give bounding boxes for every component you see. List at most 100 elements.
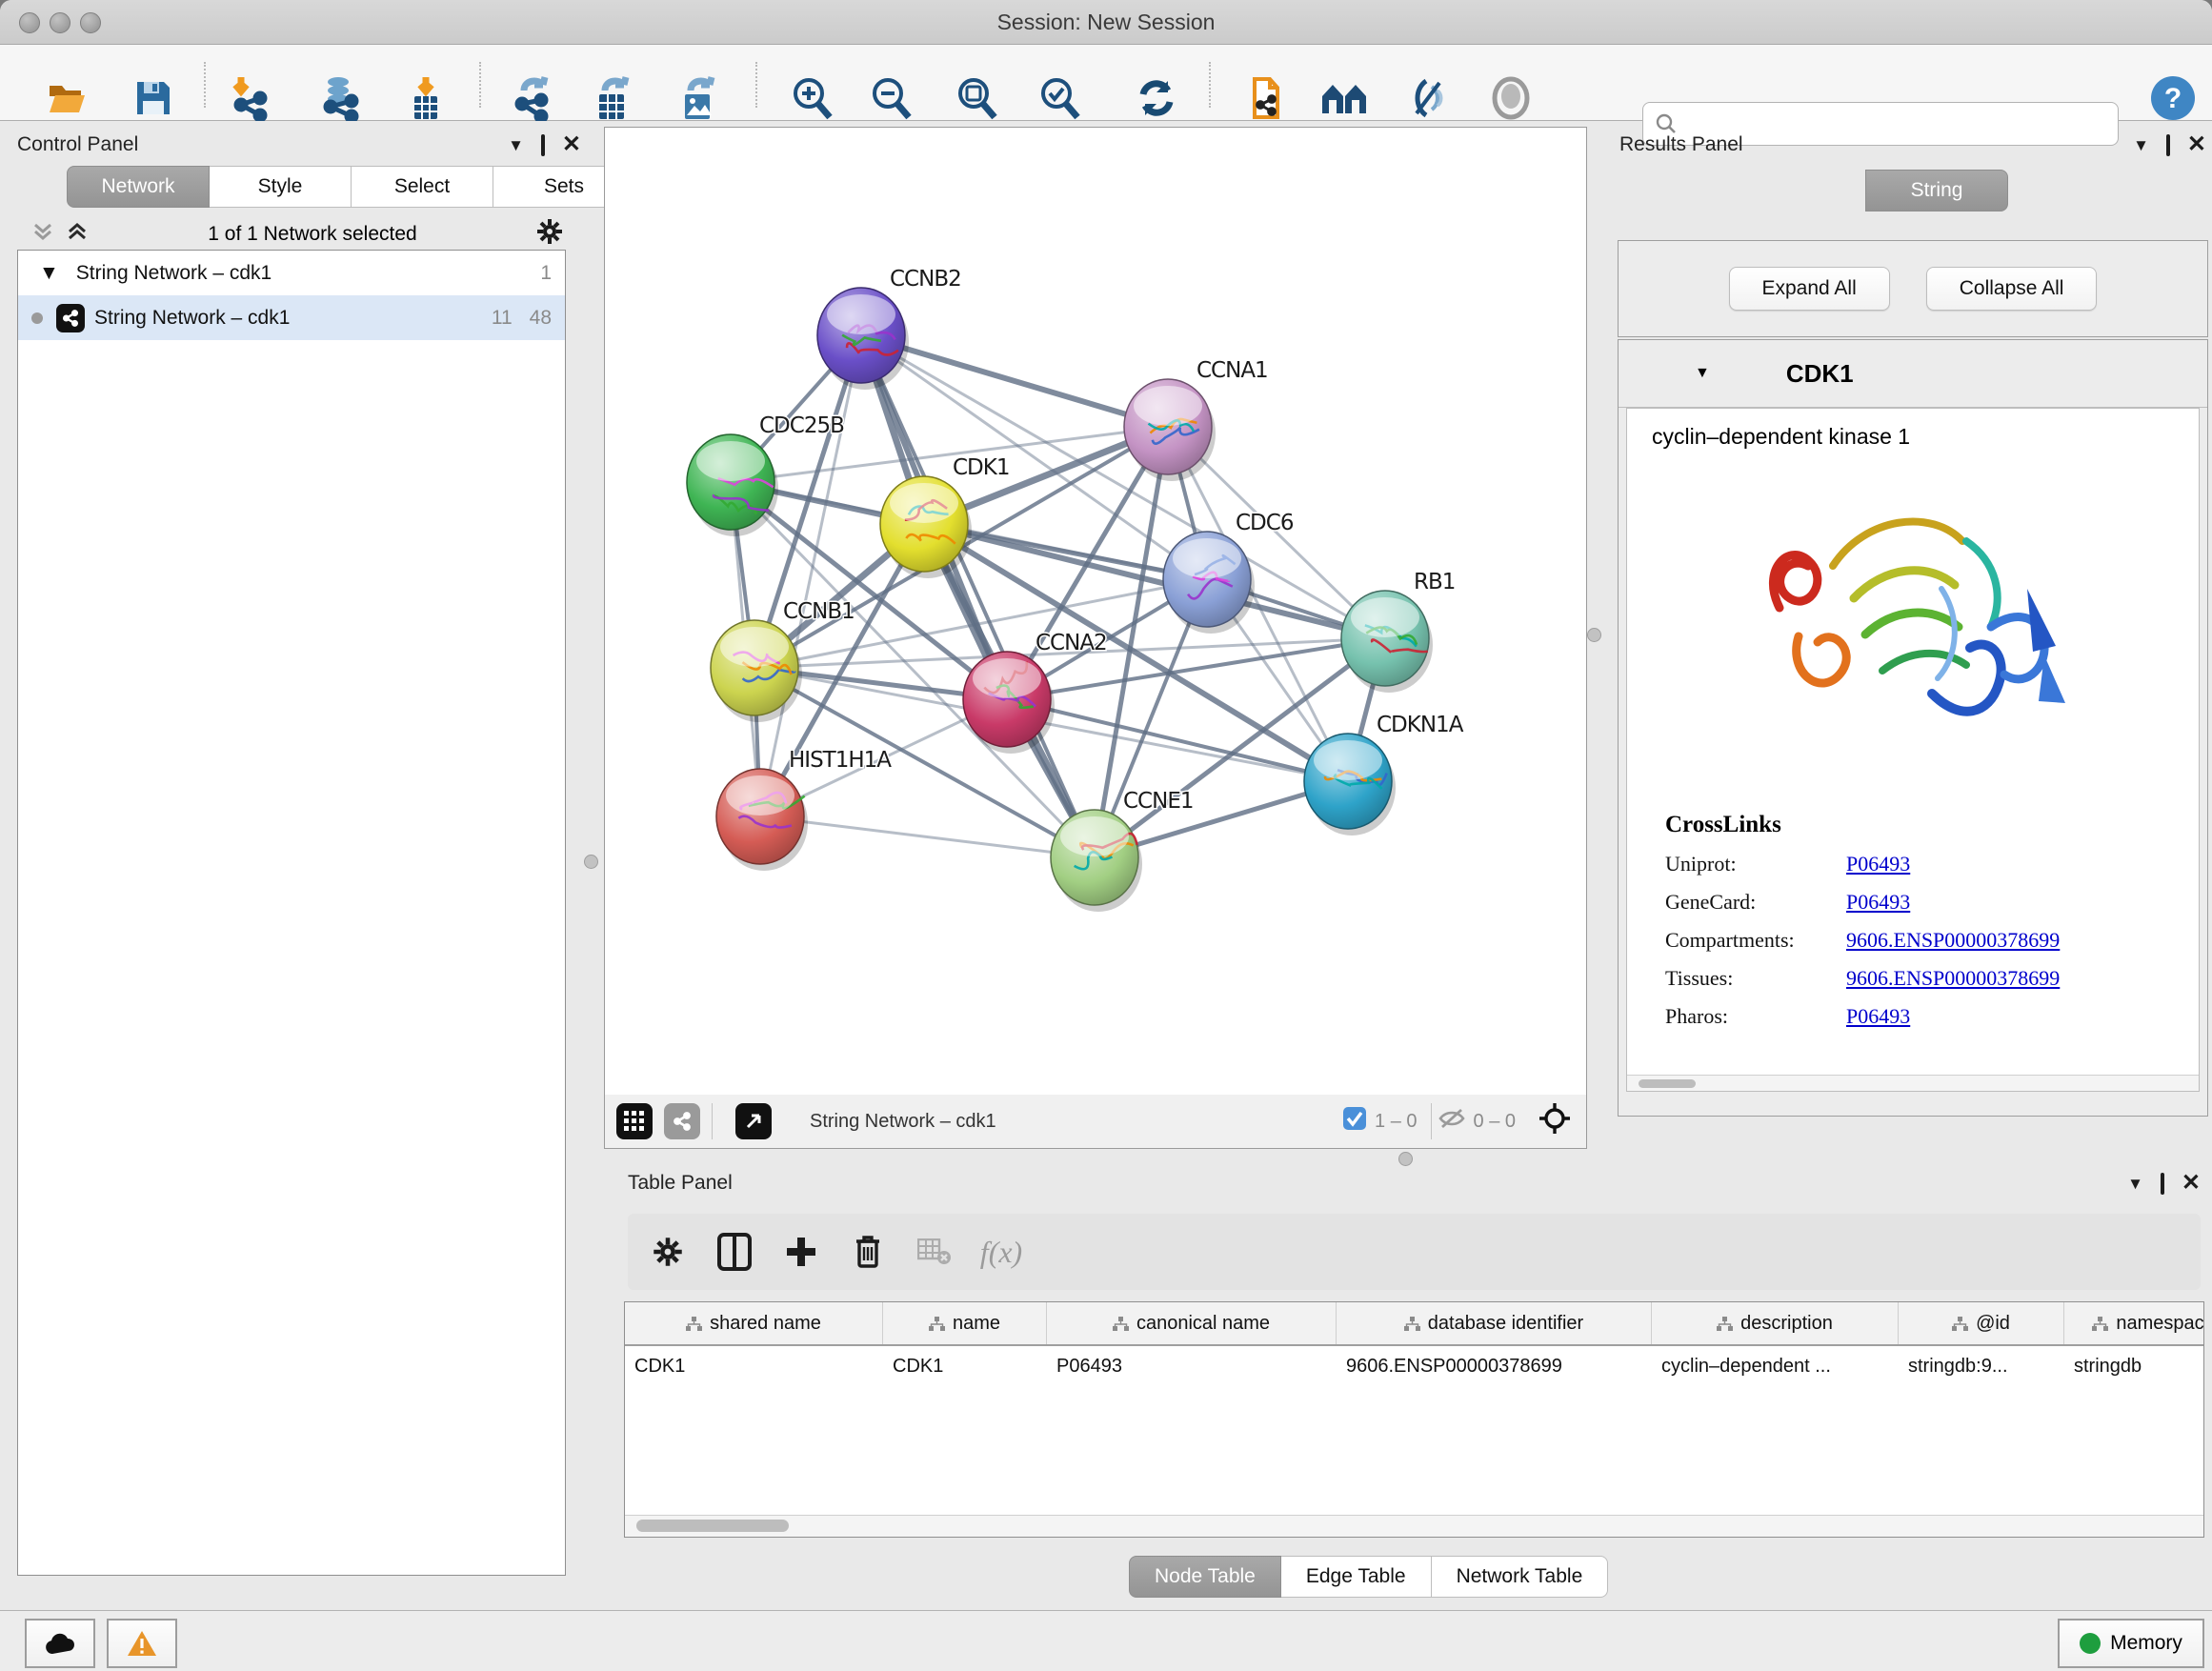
maximize-panel-icon[interactable] <box>2166 137 2170 153</box>
node-CDC6[interactable]: CDC6 <box>1163 511 1294 634</box>
tab-network[interactable]: Network <box>67 166 210 208</box>
zoom-fit-icon[interactable] <box>953 73 1002 123</box>
delete-table-icon[interactable] <box>908 1225 961 1278</box>
table-hscrollbar[interactable] <box>625 1515 2203 1537</box>
collapse-all-chevron-icon[interactable] <box>65 219 90 249</box>
table-row[interactable]: CDK1CDK1P064939606.ENSP00000378699cyclin… <box>625 1345 2204 1386</box>
edge-CCNB2-CCNE1[interactable] <box>861 335 1095 857</box>
maximize-panel-icon[interactable] <box>541 137 545 153</box>
column-header-database-identifier[interactable]: database identifier <box>1337 1302 1652 1345</box>
table-options-gear-icon[interactable] <box>641 1225 694 1278</box>
export-network-icon[interactable] <box>509 73 558 123</box>
edge-HIST1H1A-CCNE1[interactable] <box>760 816 1095 857</box>
crosslink-value[interactable]: 9606.ENSP00000378699 <box>1846 966 2060 991</box>
delete-column-icon[interactable] <box>841 1225 895 1278</box>
table-hscroll-thumb[interactable] <box>636 1520 789 1532</box>
network-options-gear-icon[interactable] <box>535 217 564 251</box>
export-table-icon[interactable] <box>588 73 637 123</box>
node-HIST1H1A[interactable]: HIST1H1A <box>716 748 892 871</box>
import-network-file-icon[interactable] <box>226 73 275 123</box>
cloud-status-button[interactable] <box>25 1619 95 1668</box>
column-header--id[interactable]: @id <box>1899 1302 2064 1345</box>
node-CDC25B[interactable]: CDC25B <box>687 413 844 536</box>
birdseye-view-icon[interactable] <box>616 1103 653 1139</box>
network-view-toolbar: String Network – cdk1 1 – 0 0 – 0 <box>604 1095 1587 1149</box>
right-splitter-handle[interactable] <box>1587 628 1601 642</box>
network-canvas[interactable]: CCNB2CCNA1CDC25BCDK1CDC6RB1CCNB1CCNA2CDK… <box>604 127 1587 1096</box>
float-panel-icon[interactable]: ▼ <box>508 137 524 153</box>
attribute-type-icon <box>929 1317 945 1331</box>
left-splitter-handle[interactable] <box>584 855 598 869</box>
share-session-file-icon[interactable] <box>1241 73 1291 123</box>
tab-edge-table[interactable]: Edge Table <box>1281 1556 1432 1598</box>
crosslink-value[interactable]: P06493 <box>1846 890 1910 915</box>
crosslink-row: Pharos:P06493 <box>1665 1004 2199 1029</box>
memory-button[interactable]: Memory <box>2058 1619 2204 1668</box>
node-CDKN1A[interactable]: CDKN1A <box>1304 713 1464 836</box>
tab-style[interactable]: Style <box>210 166 352 208</box>
tab-string[interactable]: String <box>1865 170 2008 211</box>
enhance-graphics-icon[interactable] <box>1403 73 1453 123</box>
zoom-out-icon[interactable] <box>867 73 916 123</box>
zoom-selected-icon[interactable] <box>1036 73 1085 123</box>
column-header-namespac[interactable]: namespac <box>2064 1302 2205 1345</box>
edge-CCNA2-CDKN1A[interactable] <box>1007 699 1348 781</box>
memory-label: Memory <box>2110 1632 2182 1655</box>
level-of-detail-icon[interactable] <box>1486 73 1536 123</box>
attribute-type-icon <box>1717 1317 1733 1331</box>
gene-collapse-arrow-icon[interactable]: ▼ <box>1695 365 1710 382</box>
edge-CCNB2-HIST1H1A[interactable] <box>760 335 861 816</box>
crosslink-value[interactable]: 9606.ENSP00000378699 <box>1846 928 2060 953</box>
tab-node-table[interactable]: Node Table <box>1129 1556 1281 1598</box>
close-panel-icon[interactable]: ✕ <box>2182 1172 2201 1195</box>
collapse-all-button[interactable]: Collapse All <box>1926 267 2098 311</box>
network-collection-row[interactable]: ▼ String Network – cdk1 1 <box>18 251 565 295</box>
close-panel-icon[interactable]: ✕ <box>2187 133 2206 156</box>
edge-count: 48 <box>530 307 552 330</box>
expand-all-chevron-icon[interactable] <box>30 219 55 249</box>
import-table-icon[interactable] <box>401 73 451 123</box>
results-hscrollbar[interactable] <box>1627 1075 2199 1091</box>
column-header-description[interactable]: description <box>1652 1302 1899 1345</box>
help-icon[interactable]: ? <box>2148 73 2198 123</box>
table-cell: 9606.ENSP00000378699 <box>1337 1345 1652 1386</box>
hidden-counts: 0 – 0 <box>1474 1111 1516 1133</box>
tab-select[interactable]: Select <box>352 166 493 208</box>
node-RB1[interactable]: RB1 <box>1341 570 1455 693</box>
string-home-icon[interactable] <box>1319 73 1369 123</box>
selected-checkbox-icon[interactable] <box>1342 1106 1367 1137</box>
float-panel-icon[interactable]: ▼ <box>2133 137 2149 153</box>
function-builder-icon[interactable]: f(x) <box>975 1225 1028 1278</box>
node-CCNB1[interactable]: CCNB1 <box>711 599 855 722</box>
crosslink-value[interactable]: P06493 <box>1846 852 1910 876</box>
expand-all-button[interactable]: Expand All <box>1729 267 1890 311</box>
warnings-button[interactable] <box>107 1619 177 1668</box>
tab-network-table[interactable]: Network Table <box>1432 1556 1609 1598</box>
network-row[interactable]: String Network – cdk1 11 48 <box>18 295 565 340</box>
zoom-in-icon[interactable] <box>788 73 837 123</box>
network-collection-label: String Network – cdk1 <box>76 262 271 285</box>
open-in-window-icon[interactable] <box>735 1103 772 1139</box>
close-panel-icon[interactable]: ✕ <box>562 133 581 156</box>
fit-selected-crosshair-icon[interactable] <box>1538 1102 1571 1140</box>
column-header-canonical-name[interactable]: canonical name <box>1047 1302 1337 1345</box>
show-column-icon[interactable] <box>708 1225 761 1278</box>
node-CDK1[interactable]: CDK1 <box>880 455 1010 578</box>
maximize-panel-icon[interactable] <box>2161 1176 2164 1192</box>
hidden-eye-icon[interactable] <box>1438 1106 1466 1137</box>
import-network-database-icon[interactable] <box>315 73 365 123</box>
refresh-icon[interactable] <box>1132 73 1181 123</box>
crosslink-value[interactable]: P06493 <box>1846 1004 1910 1029</box>
column-header-shared-name[interactable]: shared name <box>625 1302 883 1345</box>
float-panel-icon[interactable]: ▼ <box>2127 1176 2143 1192</box>
create-column-icon[interactable] <box>774 1225 828 1278</box>
export-image-icon[interactable] <box>674 73 723 123</box>
open-session-icon[interactable] <box>43 73 92 123</box>
save-session-icon[interactable] <box>129 73 178 123</box>
attribute-type-icon <box>1404 1317 1420 1331</box>
collapse-arrow-icon[interactable]: ▼ <box>39 262 59 285</box>
network-type-icon[interactable] <box>664 1103 700 1139</box>
node-CCNA1[interactable]: CCNA1 <box>1124 358 1268 481</box>
node-CCNB2[interactable]: CCNB2 <box>817 267 961 390</box>
column-header-name[interactable]: name <box>883 1302 1047 1345</box>
